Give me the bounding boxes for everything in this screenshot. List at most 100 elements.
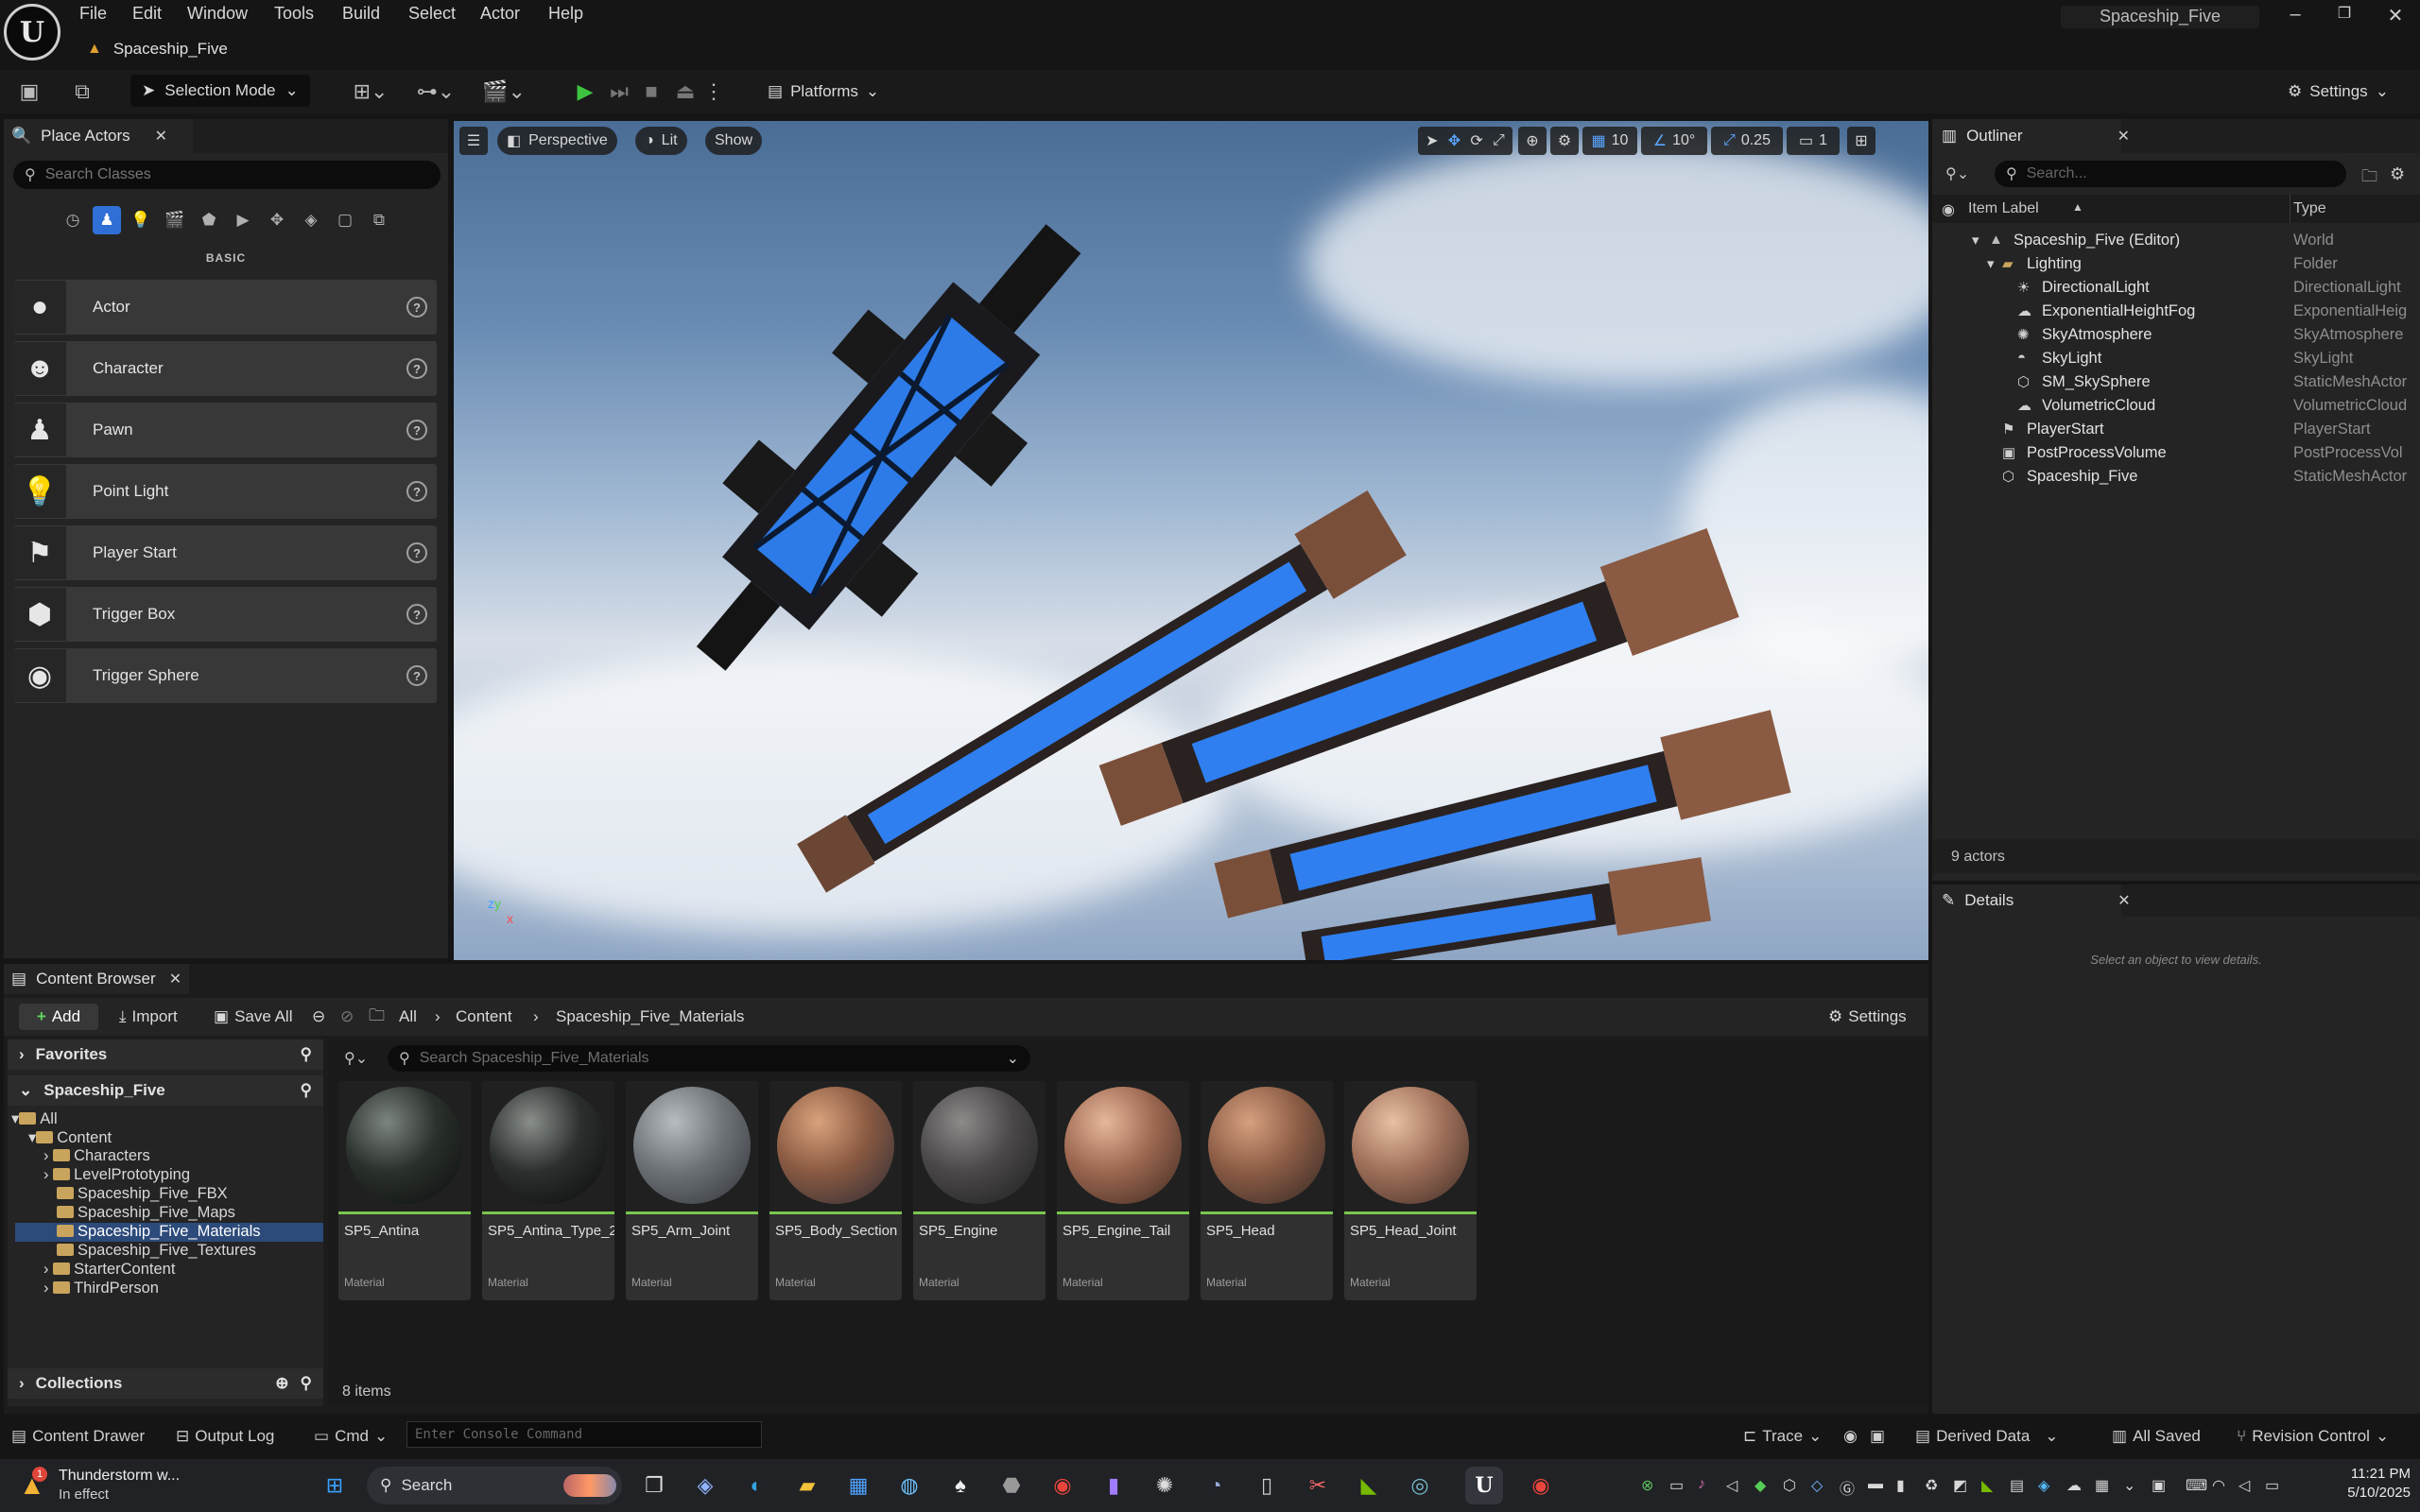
store-icon[interactable]: ▦ bbox=[839, 1467, 877, 1504]
platforms-dropdown[interactable]: ▤ Platforms ⌄ bbox=[768, 76, 879, 108]
selection-mode-dropdown[interactable]: ➤ Selection Mode ⌄ bbox=[130, 75, 310, 107]
menu-file[interactable]: File bbox=[79, 4, 107, 26]
nvidia-tray-icon[interactable]: ◣ bbox=[1981, 1476, 1993, 1495]
surface-snap-icon[interactable]: ⚙ bbox=[1550, 127, 1579, 155]
tray-app-icon[interactable]: ▤ bbox=[2010, 1476, 2024, 1495]
taskbar-clock[interactable]: 11:21 PM 5/10/2025 bbox=[2297, 1465, 2411, 1503]
snipping-tool-icon[interactable]: ✂ bbox=[1299, 1467, 1337, 1504]
place-actors-tab[interactable]: 🔍 Place Actors ✕ bbox=[4, 119, 193, 153]
close-icon[interactable]: ✕ bbox=[169, 970, 182, 988]
record-icon[interactable]: ◉ bbox=[1843, 1425, 1858, 1448]
scale-tool-icon[interactable]: ⤢ bbox=[1493, 132, 1505, 149]
outliner-row-post-process[interactable]: ▣ PostProcessVolume PostProcessVol bbox=[1932, 441, 2420, 465]
tray-app-icon[interactable]: ◩ bbox=[1953, 1476, 1967, 1495]
tray-app-icon[interactable]: ♪ bbox=[1698, 1476, 1705, 1493]
trace-dropdown[interactable]: ⊏ Trace ⌄ bbox=[1743, 1425, 1822, 1448]
filter-icon[interactable]: ⚲⌄ bbox=[344, 1049, 368, 1068]
tree-item-materials[interactable]: Spaceship_Five_Materials bbox=[15, 1223, 323, 1242]
camera-speed-button[interactable]: ▭ 1 bbox=[1787, 127, 1840, 155]
menu-select[interactable]: Select bbox=[408, 4, 456, 26]
outliner-row-sky-atmosphere[interactable]: ✺ SkyAtmosphere SkyAtmosphere bbox=[1932, 323, 2420, 347]
help-icon[interactable]: ? bbox=[406, 665, 427, 686]
tree-item-content[interactable]: ▾ Content bbox=[28, 1128, 337, 1147]
minimize-icon[interactable]: – bbox=[2276, 4, 2314, 28]
unreal-logo-icon[interactable]: U bbox=[4, 4, 60, 60]
cinematic-icon[interactable]: 🎬 bbox=[161, 206, 189, 234]
tree-item-starter-content[interactable]: › StarterContent bbox=[43, 1261, 352, 1280]
search-icon[interactable]: ⚲ bbox=[301, 1081, 312, 1100]
outliner-row-height-fog[interactable]: ☁ ExponentialHeightFog ExponentialHeig bbox=[1932, 300, 2420, 323]
chevron-down-icon[interactable]: ⌄ bbox=[1007, 1049, 1019, 1068]
console-input[interactable]: Enter Console Command bbox=[406, 1421, 762, 1448]
actor-item-player-start[interactable]: ⚑ Player Start? bbox=[13, 525, 437, 580]
unreal-engine-taskbar-icon[interactable]: U bbox=[1465, 1467, 1503, 1504]
outliner-row-lighting[interactable]: ▾ ▰ Lighting Folder bbox=[1932, 252, 2420, 276]
chrome-icon[interactable]: ◉ bbox=[1044, 1467, 1081, 1504]
tree-item-third-person[interactable]: › ThirdPerson bbox=[43, 1280, 352, 1298]
collections-section[interactable]: › Collections ⊕ ⚲ bbox=[8, 1368, 323, 1399]
step-icon[interactable]: ⏭ bbox=[603, 76, 635, 108]
menu-tools[interactable]: Tools bbox=[274, 4, 314, 26]
details-tab[interactable]: ✎ Details ✕ bbox=[1932, 885, 2131, 917]
asset-tile[interactable]: SP5_Body_Section Material bbox=[769, 1081, 902, 1300]
search-classes-input[interactable]: ⚲ Search Classes bbox=[13, 161, 441, 189]
volume-icon[interactable]: ◁ bbox=[2238, 1476, 2250, 1495]
more-categories-icon[interactable]: ⧉ bbox=[365, 206, 393, 234]
outliner-row-sky-sphere[interactable]: ⬡ SM_SkySphere StaticMeshActor bbox=[1932, 370, 2420, 394]
rotation-snap-button[interactable]: ∠ 10° bbox=[1641, 127, 1707, 155]
tray-app-icon[interactable]: ⌄ bbox=[2123, 1476, 2135, 1495]
menu-help[interactable]: Help bbox=[548, 4, 583, 26]
tray-app-icon[interactable]: ◁ bbox=[1726, 1476, 1737, 1495]
outliner-search-input[interactable]: ⚲ Search... bbox=[1995, 161, 2346, 187]
taskbar-search[interactable]: ⚲ Search bbox=[367, 1467, 622, 1504]
asset-tile[interactable]: SP5_Engine_Tail Material bbox=[1057, 1081, 1189, 1300]
menu-edit[interactable]: Edit bbox=[132, 4, 162, 26]
viewport-layout-icon[interactable]: ⊞ bbox=[1847, 127, 1876, 155]
asset-tile[interactable]: SP5_Antina Material bbox=[338, 1081, 471, 1300]
screenshot-icon[interactable]: ▣ bbox=[1870, 1425, 1885, 1448]
openai-icon[interactable]: ✺ bbox=[1146, 1467, 1184, 1504]
recent-icon[interactable]: ◷ bbox=[59, 206, 87, 234]
move-tool-icon[interactable]: ✥ bbox=[1448, 127, 1461, 155]
tree-item-fbx[interactable]: Spaceship_Five_FBX bbox=[57, 1185, 365, 1204]
tray-app-icon[interactable]: ♻ bbox=[1925, 1476, 1938, 1495]
grid-snap-button[interactable]: ▦ 10 bbox=[1582, 127, 1637, 155]
outliner-row-directional-light[interactable]: ☀ DirectionalLight DirectionalLight bbox=[1932, 276, 2420, 300]
scale-snap-button[interactable]: ⤢ 0.25 bbox=[1711, 127, 1783, 155]
tray-app-icon[interactable]: ▣ bbox=[2152, 1476, 2166, 1495]
epic-games-icon[interactable]: ⬣ bbox=[993, 1467, 1030, 1504]
visibility-icon[interactable]: ◉ bbox=[1942, 200, 1955, 219]
asset-search-input[interactable]: ⚲ Search Spaceship_Five_Materials ⌄ bbox=[388, 1045, 1030, 1072]
asset-tile[interactable]: SP5_Head_Joint Material bbox=[1344, 1081, 1477, 1300]
import-button[interactable]: ⤓ Import bbox=[119, 1004, 178, 1030]
asset-tile[interactable]: SP5_Head Material bbox=[1201, 1081, 1333, 1300]
asset-tile[interactable]: SP5_Antina_Type_2 Material bbox=[482, 1081, 614, 1300]
blueprint-icon[interactable]: ⊶⌄ bbox=[412, 76, 459, 108]
settings-dropdown[interactable]: ⚙ Settings ⌄ bbox=[2288, 76, 2389, 108]
filter-icon[interactable]: ⚲⌄ bbox=[1945, 164, 1969, 183]
search-icon[interactable]: ⚲ bbox=[301, 1045, 312, 1064]
outliner-row-player-start[interactable]: ⚑ PlayerStart PlayerStart bbox=[1932, 418, 2420, 441]
add-collection-icon[interactable]: ⊕ bbox=[275, 1374, 288, 1393]
derived-data-dropdown[interactable]: ▤ Derived Data ⌄ bbox=[1915, 1425, 2059, 1448]
menu-window[interactable]: Window bbox=[187, 4, 248, 26]
forward-icon[interactable]: ⊘ bbox=[340, 1004, 354, 1030]
content-settings-button[interactable]: ⚙ Settings bbox=[1828, 1004, 1907, 1030]
more-options-icon[interactable]: ⋮ bbox=[703, 76, 724, 108]
project-section[interactable]: ⌄ Spaceship_Five ⚲ bbox=[8, 1075, 323, 1106]
copilot-icon[interactable]: ◈ bbox=[686, 1467, 724, 1504]
actor-item-point-light[interactable]: 💡 Point Light? bbox=[13, 464, 437, 519]
perspective-button[interactable]: ◧ Perspective bbox=[497, 127, 617, 155]
tray-app-icon[interactable]: ◆ bbox=[1754, 1476, 1766, 1495]
windows-start-icon[interactable]: ⊞ bbox=[316, 1467, 354, 1504]
menu-build[interactable]: Build bbox=[342, 4, 380, 26]
actor-item-character[interactable]: ☻ Character? bbox=[13, 341, 437, 396]
tray-app-icon[interactable]: ▬ bbox=[1868, 1476, 1883, 1493]
keyboard-icon[interactable]: ⌨ bbox=[2186, 1476, 2207, 1495]
tray-app-icon[interactable]: ◈ bbox=[2038, 1476, 2049, 1495]
add-folder-icon[interactable]: 🗀 bbox=[2361, 164, 2377, 192]
tree-item-all[interactable]: ▾ All bbox=[11, 1109, 320, 1128]
level-viewport[interactable]: ☰ ◧ Perspective ◑ Lit Show ➤ ✥ ⟳ ⤢ ⊕ ⚙ ▦ 10 ∠ 1… bbox=[454, 121, 1928, 960]
help-icon[interactable]: ? bbox=[406, 297, 427, 318]
media-app-icon[interactable]: ▮ bbox=[1095, 1467, 1132, 1504]
